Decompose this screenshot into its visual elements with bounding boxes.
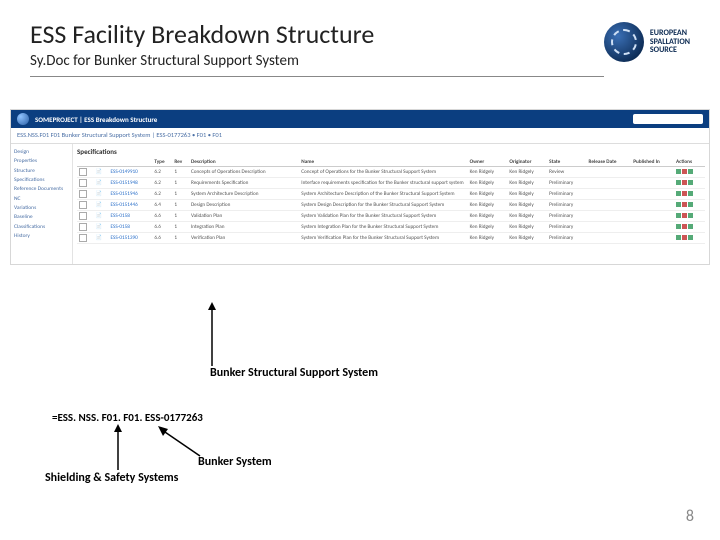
page-subtitle: Sy.Doc for Bunker Structural Support Sys…	[30, 52, 604, 77]
main-panel: Specifications TypeRevDescriptionNameOwn…	[73, 144, 709, 264]
annotation-bs: Bunker System	[198, 455, 272, 469]
table-row[interactable]: 📄ESS-01513906.61Verification PlanSystem …	[77, 233, 705, 244]
table-row[interactable]: 📄ESS-01519486.21Requirements Specificati…	[77, 178, 705, 189]
embedded-app-screenshot: SOMEPROJECT | ESS Breakdown Structure ES…	[10, 109, 710, 265]
table-header: Description	[189, 158, 299, 167]
search-input[interactable]	[633, 114, 703, 124]
ess-logo-icon	[604, 22, 644, 62]
app-titlebar: SOMEPROJECT | ESS Breakdown Structure	[11, 110, 709, 128]
doc-id[interactable]: ESS-0149910	[109, 167, 153, 178]
table-row[interactable]: 📄ESS-01586.61Validation PlanSystem Valid…	[77, 211, 705, 222]
doc-id[interactable]: ESS-0151948	[109, 178, 153, 189]
arrow-icon	[108, 424, 128, 472]
slide-header: ESS Facility Breakdown Structure Sy.Doc …	[0, 0, 720, 81]
ess-logo: EUROPEAN SPALLATION SOURCE	[604, 22, 690, 62]
sidebar-item[interactable]: Baseline	[14, 213, 69, 222]
page-title: ESS Facility Breakdown Structure	[30, 18, 604, 50]
table-row[interactable]: 📄ESS-01499106.21Concepts of Operations D…	[77, 167, 705, 178]
sidebar-item[interactable]: Specifications	[14, 176, 69, 185]
table-row[interactable]: 📄ESS-01586.61Integration PlanSystem Inte…	[77, 222, 705, 233]
doc-id[interactable]: ESS-0151946	[109, 189, 153, 200]
row-checkbox[interactable]	[77, 211, 94, 222]
panel-title: Specifications	[77, 147, 705, 156]
row-actions[interactable]	[674, 200, 705, 211]
row-actions[interactable]	[674, 189, 705, 200]
annotation-code: =ESS. NSS. F01. F01. ESS-0177263	[52, 411, 203, 424]
table-header: Release Date	[587, 158, 632, 167]
row-checkbox[interactable]	[77, 189, 94, 200]
specifications-table: TypeRevDescriptionNameOwnerOriginatorSta…	[77, 158, 705, 244]
row-actions[interactable]	[674, 211, 705, 222]
sidebar-item[interactable]: History	[14, 232, 69, 241]
row-checkbox[interactable]	[77, 167, 94, 178]
row-checkbox[interactable]	[77, 178, 94, 189]
sidebar: DesignPropertiesStructureSpecificationsR…	[11, 144, 73, 264]
table-header: Published In	[631, 158, 674, 167]
sidebar-item[interactable]: Reference Documents	[14, 185, 69, 194]
table-row[interactable]: 📄ESS-01519466.21System Architecture Desc…	[77, 189, 705, 200]
sidebar-item[interactable]: Properties	[14, 157, 69, 166]
table-header: Type	[152, 158, 172, 167]
table-header: Name	[299, 158, 467, 167]
sidebar-item[interactable]: Design	[14, 148, 69, 157]
row-actions[interactable]	[674, 233, 705, 244]
doc-id[interactable]: ESS-0158	[109, 211, 153, 222]
table-row[interactable]: 📄ESS-01514466.41Design DescriptionSystem…	[77, 200, 705, 211]
row-checkbox[interactable]	[77, 200, 94, 211]
title-block: ESS Facility Breakdown Structure Sy.Doc …	[30, 18, 604, 77]
globe-icon	[17, 113, 29, 125]
table-header	[77, 158, 94, 167]
row-actions[interactable]	[674, 222, 705, 233]
page-number: 8	[686, 507, 694, 526]
arrow-icon	[200, 302, 220, 368]
breadcrumb: ESS.NSS.F01 F01 Bunker Structural Suppor…	[11, 128, 709, 144]
sidebar-item[interactable]: Variations	[14, 204, 69, 213]
table-header: Rev	[172, 158, 189, 167]
annotation-sss: Shielding & Safety Systems	[45, 471, 178, 485]
annotation-bss: Bunker Structural Support System	[210, 366, 378, 380]
doc-id[interactable]: ESS-0151446	[109, 200, 153, 211]
table-header: Actions	[674, 158, 705, 167]
table-header: Owner	[468, 158, 508, 167]
app-title: SOMEPROJECT | ESS Breakdown Structure	[35, 115, 157, 124]
sidebar-item[interactable]: Structure	[14, 167, 69, 176]
doc-id[interactable]: ESS-0151390	[109, 233, 153, 244]
table-header: State	[547, 158, 586, 167]
doc-id[interactable]: ESS-0158	[109, 222, 153, 233]
row-checkbox[interactable]	[77, 222, 94, 233]
table-header: Originator	[507, 158, 547, 167]
row-checkbox[interactable]	[77, 233, 94, 244]
table-header	[94, 158, 109, 167]
row-actions[interactable]	[674, 178, 705, 189]
arrow-icon	[154, 424, 202, 458]
ess-logo-text: EUROPEAN SPALLATION SOURCE	[650, 29, 690, 55]
sidebar-item[interactable]: NC	[14, 195, 69, 204]
row-actions[interactable]	[674, 167, 705, 178]
sidebar-item[interactable]: Classifications	[14, 223, 69, 232]
table-header	[109, 158, 153, 167]
